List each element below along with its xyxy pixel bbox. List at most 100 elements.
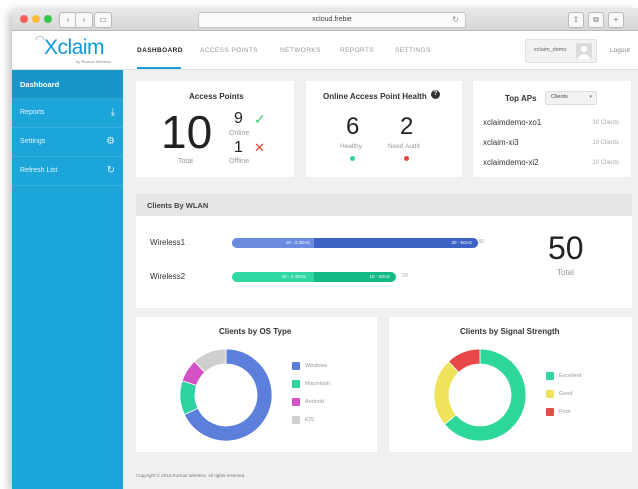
- ap-total-count: 10: [161, 106, 213, 158]
- tab-networks[interactable]: NETWORKS: [280, 47, 321, 54]
- legend-swatch-ios: [292, 416, 300, 424]
- new-tab-button[interactable]: +: [608, 12, 624, 28]
- top-ap-name[interactable]: xclaimdemo-xi2: [483, 158, 539, 167]
- donut-slice-macintosh[interactable]: [179, 380, 199, 416]
- sidebar-item-label: Settings: [20, 138, 46, 145]
- os-type-card: Clients by OS Type Windows Macintosh And…: [136, 317, 377, 452]
- ap-offline-count: 1: [234, 139, 243, 156]
- clients-by-wlan-section: Clients By WLAN Wireless1 10 - 2.4GHz 20…: [136, 194, 632, 308]
- top-aps-card: Top APs Clients ▾ xclaimdemo-xo1 30 Clie…: [473, 81, 631, 177]
- sidebar-item-dashboard[interactable]: Dashboard: [12, 70, 123, 99]
- top-ap-name[interactable]: xclaim-xi3: [483, 138, 519, 147]
- logout-link[interactable]: Logout: [610, 47, 630, 54]
- need-audit-status-dot: [404, 156, 409, 161]
- reload-icon[interactable]: ↻: [452, 13, 459, 27]
- sidebar-item-settings[interactable]: Settings ⚙: [12, 128, 123, 157]
- legend-label: Excellent: [559, 373, 582, 379]
- tab-settings[interactable]: SETTINGS: [395, 47, 431, 54]
- wlan-name: Wireless2: [150, 272, 186, 281]
- browser-toolbar: ‹ › ▭ xcloud.frebie ↻ ⇧ ⧉ +: [12, 8, 638, 31]
- legend-label: Good: [559, 391, 573, 397]
- logo-text: Xclaim: [44, 36, 105, 59]
- bar-segment-label: 10 - 2.4GHz: [285, 240, 310, 245]
- tab-access-points[interactable]: ACCESS POINTS: [200, 47, 258, 54]
- refresh-icon: ↻: [106, 165, 115, 176]
- app-header: ◠ Xclaim by Ruckus Wireless DASHBOARD AC…: [12, 31, 638, 70]
- sidebar-item-label: Dashboard: [20, 80, 60, 89]
- card-title: Clients by Signal Strength: [460, 327, 560, 336]
- active-tab-indicator: [137, 67, 181, 69]
- sidebar-icon: ▭: [99, 15, 107, 24]
- card-title: Access Points: [189, 92, 244, 101]
- address-bar[interactable]: xcloud.frebie ↻: [198, 12, 466, 28]
- ap-online-count: 9: [234, 110, 243, 127]
- sidebar-item-refresh-list[interactable]: Refresh List ↻: [12, 157, 123, 186]
- chevron-right-icon: ›: [82, 15, 86, 24]
- bar-segment-label: 10 - 5GHz: [369, 274, 390, 279]
- close-window-button[interactable]: [20, 15, 28, 23]
- chevron-down-icon: ▾: [589, 94, 592, 100]
- minimize-window-button[interactable]: [32, 15, 40, 23]
- need-audit-count: 2: [400, 113, 414, 140]
- ap-health-card: Online Access Point Health ? 6 Healthy 2…: [306, 81, 462, 177]
- top-ap-name[interactable]: xclaimdemo-xo1: [483, 118, 541, 127]
- os-donut-chart: [179, 348, 273, 442]
- access-points-card: Access Points 10 Total 9 ✓ Online 1 ✕ Of…: [136, 81, 294, 177]
- card-title: Top APs: [505, 94, 537, 103]
- legend-label: Poor: [559, 409, 571, 415]
- help-icon[interactable]: ?: [431, 90, 440, 99]
- tabs-icon: ⧉: [593, 15, 599, 24]
- tab-dashboard[interactable]: DASHBOARD: [137, 47, 183, 54]
- user-menu[interactable]: xclaim_demo: [525, 39, 597, 63]
- maximize-window-button[interactable]: [44, 15, 52, 23]
- section-title: Clients By WLAN: [147, 201, 209, 210]
- url-text: xcloud.frebie: [312, 16, 352, 23]
- avatar: [576, 43, 592, 59]
- sidebar-item-reports[interactable]: Reports ⤓: [12, 99, 123, 128]
- sidebar-item-label: Reports: [20, 109, 45, 116]
- healthy-count: 6: [346, 113, 360, 140]
- legend-swatch-poor: [546, 408, 554, 416]
- plus-icon: +: [613, 15, 619, 24]
- legend-swatch-excellent: [546, 372, 554, 380]
- sidebar-item-label: Refresh List: [20, 167, 58, 174]
- share-button[interactable]: ⇧: [568, 12, 584, 28]
- legend-swatch-macintosh: [292, 380, 300, 388]
- wlan-bar[interactable]: 10 - 2.4GHz 10 - 5GHz: [232, 272, 396, 282]
- wlan-total-label: Total: [557, 268, 574, 277]
- top-ap-clients: 30 Clients: [592, 120, 619, 126]
- ap-offline-label: Offline: [229, 158, 250, 165]
- top-ap-clients: 10 Clients: [592, 160, 619, 166]
- section-header: Clients By WLAN: [136, 194, 632, 216]
- x-icon: ✕: [254, 140, 265, 155]
- wlan-bar[interactable]: 10 - 2.4GHz 20 - 5GHz: [232, 238, 478, 248]
- legend-label: Windows: [305, 363, 328, 369]
- bar-segment-label: 20 - 5GHz: [451, 240, 472, 245]
- wlan-total: 20: [402, 273, 409, 279]
- tab-reports[interactable]: REPORTS: [340, 47, 374, 54]
- signal-strength-card: Clients by Signal Strength Excellent Goo…: [389, 317, 632, 452]
- top-aps-metric-select[interactable]: Clients ▾: [545, 91, 597, 105]
- sidebar-toggle-button[interactable]: ▭: [94, 12, 112, 28]
- share-icon: ⇧: [572, 15, 580, 24]
- username: xclaim_demo: [534, 47, 567, 53]
- need-audit-label: Need Audit: [388, 143, 420, 150]
- ap-total-label: Total: [178, 158, 193, 165]
- browser-window: ‹ › ▭ xcloud.frebie ↻ ⇧ ⧉ + ◠ Xclaim by …: [12, 8, 638, 489]
- card-title: Clients by OS Type: [219, 327, 292, 336]
- logo-subtitle: by Ruckus Wireless: [76, 59, 112, 64]
- ap-online-label: Online: [229, 130, 250, 137]
- wlan-clients-total: 50: [548, 230, 584, 266]
- check-icon: ✓: [254, 111, 266, 127]
- healthy-status-dot: [350, 156, 355, 161]
- legend-swatch-good: [546, 390, 554, 398]
- user-icon: [578, 46, 590, 59]
- forward-button[interactable]: ›: [75, 12, 93, 28]
- legend-swatch-android: [292, 398, 300, 406]
- bar-segment-5ghz: 10 - 5GHz: [314, 272, 396, 282]
- donut-slice-good[interactable]: [433, 360, 460, 425]
- tabs-button[interactable]: ⧉: [588, 12, 604, 28]
- xclaim-logo[interactable]: ◠ Xclaim by Ruckus Wireless: [30, 33, 130, 67]
- healthy-label: Healthy: [340, 143, 363, 150]
- legend-swatch-windows: [292, 362, 300, 370]
